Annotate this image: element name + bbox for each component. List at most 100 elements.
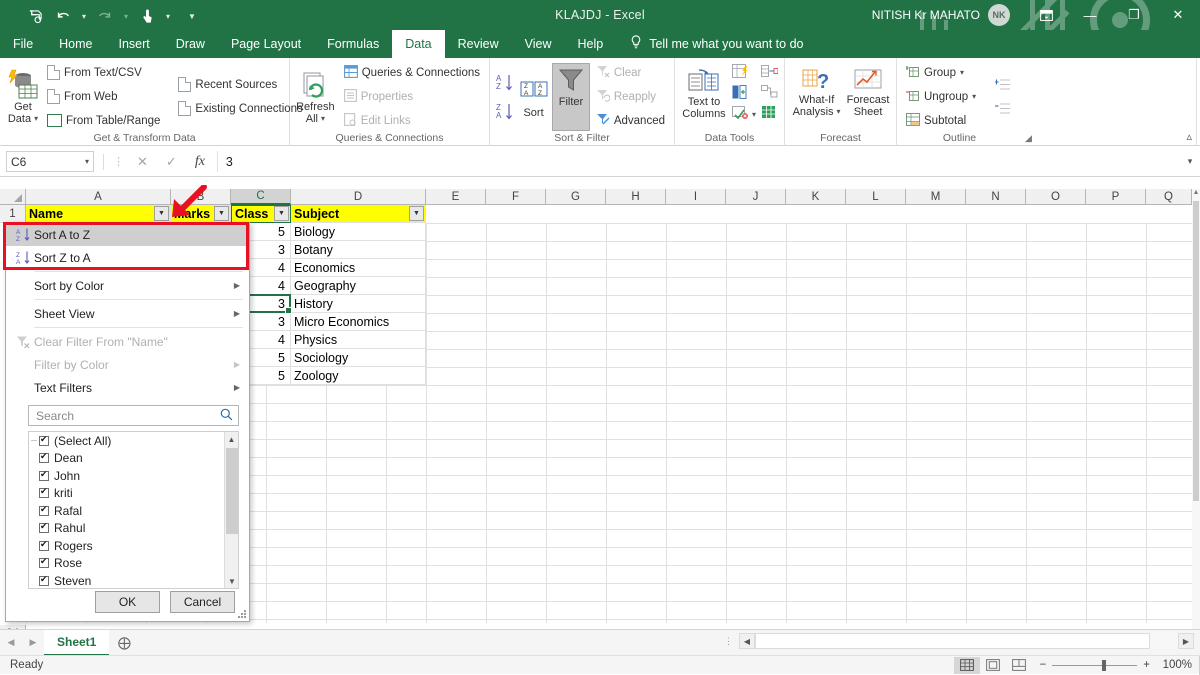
vertical-scrollbar-thumb[interactable] (1193, 201, 1199, 501)
cell-d9[interactable]: Sociology (291, 349, 426, 367)
group-button[interactable]: Group ▾ (903, 62, 979, 83)
insert-function-icon[interactable]: fx (195, 154, 205, 170)
scroll-down-icon[interactable]: ▼ (225, 574, 238, 588)
normal-view-icon[interactable] (953, 656, 980, 674)
consolidate-icon[interactable] (761, 64, 779, 81)
column-header-a[interactable]: A (26, 189, 171, 205)
zoom-track[interactable] (1052, 659, 1138, 671)
get-data-dropdown-icon[interactable]: ▾ (34, 113, 38, 125)
from-table-range-button[interactable]: From Table/Range (44, 110, 163, 131)
column-header-g[interactable]: G (546, 189, 606, 205)
cell-d5[interactable]: Geography (291, 277, 426, 295)
outline-dialog-launcher-icon[interactable]: ◢ (1025, 133, 1032, 144)
sheet-nav-prev-icon[interactable]: ◀ (0, 637, 22, 648)
checkbox-select-all[interactable] (39, 434, 49, 446)
minimize-button[interactable]: — (1068, 0, 1112, 30)
formula-input[interactable]: 3 (216, 151, 1180, 172)
filter-list-item-dean[interactable]: Dean (29, 440, 238, 468)
checkbox-rose[interactable] (39, 556, 49, 569)
menu-item-sheet-view[interactable]: Sheet View ▶ (6, 302, 249, 325)
text-to-columns-button[interactable]: Text to Columns (681, 64, 727, 120)
column-header-p[interactable]: P (1086, 189, 1146, 205)
checkbox-dean[interactable] (39, 451, 49, 464)
cell-d4[interactable]: Economics (291, 259, 426, 277)
search-icon[interactable] (220, 408, 233, 424)
zoom-level-label[interactable]: 100% (1158, 659, 1192, 671)
tab-home[interactable]: Home (46, 30, 105, 58)
tab-review[interactable]: Review (445, 30, 512, 58)
checkbox-rogers[interactable] (39, 539, 49, 551)
column-header-k[interactable]: K (786, 189, 846, 205)
column-header-e[interactable]: E (426, 189, 486, 205)
sort-button[interactable]: Z A A Z Sort (518, 75, 549, 119)
restore-button[interactable]: ❐ (1112, 0, 1156, 30)
cancel-button[interactable]: Cancel (170, 591, 235, 613)
checkbox-rahul[interactable] (39, 521, 49, 534)
filter-dropdown-class[interactable]: ▼ (274, 206, 289, 221)
cell-d10[interactable]: Zoology (291, 367, 426, 385)
ungroup-dropdown-icon[interactable]: ▾ (972, 92, 976, 101)
column-header-m[interactable]: M (906, 189, 966, 205)
column-header-o[interactable]: O (1026, 189, 1086, 205)
forecast-sheet-button[interactable]: Forecast Sheet (846, 62, 890, 118)
column-header-l[interactable]: L (846, 189, 906, 205)
checkbox-kriti[interactable] (39, 486, 49, 499)
get-data-button[interactable]: Get Data ▾ (6, 69, 40, 125)
data-validation-icon[interactable] (732, 106, 749, 122)
zoom-in-button[interactable]: + (1143, 659, 1150, 671)
tab-page-layout[interactable]: Page Layout (218, 30, 314, 58)
show-detail-icon[interactable] (994, 78, 1011, 94)
relationships-icon[interactable] (761, 84, 778, 101)
tab-draw[interactable]: Draw (163, 30, 218, 58)
cell-d8[interactable]: Physics (291, 331, 426, 349)
subtotal-button[interactable]: Subtotal (903, 110, 979, 131)
hscroll-left-icon[interactable]: ◀ (739, 633, 755, 649)
ribbon-display-options-icon[interactable] (1024, 0, 1068, 30)
add-sheet-icon[interactable]: ⨁ (109, 635, 139, 651)
expand-formula-bar-icon[interactable]: ▾ (1180, 156, 1200, 167)
cell-d1[interactable]: Subject (291, 205, 426, 223)
filter-list-scrollbar-thumb[interactable] (226, 448, 238, 534)
cancel-icon[interactable]: ✕ (137, 154, 148, 170)
zoom-slider[interactable]: − + (1040, 659, 1150, 671)
sort-descending-icon[interactable]: ZA (496, 102, 515, 125)
recent-sources-button[interactable]: Recent Sources (175, 74, 305, 95)
checkbox-steven[interactable] (39, 574, 49, 586)
refresh-all-dropdown-icon[interactable]: ▾ (321, 113, 325, 125)
filter-list-item-rahul[interactable]: Rahul (29, 440, 238, 538)
menu-item-text-filters[interactable]: Text Filters ▶ (6, 376, 249, 399)
manage-data-model-icon[interactable] (761, 105, 778, 122)
select-all-corner[interactable] (0, 189, 26, 205)
tab-formulas[interactable]: Formulas (314, 30, 392, 58)
advanced-filter-button[interactable]: Advanced (593, 110, 668, 131)
zoom-out-button[interactable]: − (1040, 659, 1047, 671)
cell-d6[interactable]: History (291, 295, 426, 313)
resize-grip[interactable] (238, 610, 246, 618)
checkbox-rafal[interactable] (39, 504, 49, 516)
hscroll-right-icon[interactable]: ▶ (1178, 633, 1194, 649)
row-header-1[interactable]: 1 (0, 205, 26, 223)
column-header-i[interactable]: I (666, 189, 726, 205)
cell-d3[interactable]: Botany (291, 241, 426, 259)
existing-connections-button[interactable]: Existing Connections (175, 98, 305, 119)
ok-button[interactable]: OK (95, 591, 160, 613)
filter-dropdown-marks[interactable]: ▼ (214, 206, 229, 221)
what-if-analysis-button[interactable]: ? What-If Analysis ▾ (791, 62, 842, 118)
filter-list-item-kriti[interactable]: kriti (29, 440, 238, 503)
filter-value-list[interactable]: (Select All) Dean John kriti Rafal (28, 431, 239, 589)
close-button[interactable]: ✕ (1156, 0, 1200, 30)
filter-dropdown-subject[interactable]: ▼ (409, 206, 424, 221)
tab-view[interactable]: View (512, 30, 565, 58)
filter-button[interactable]: Filter (552, 62, 590, 131)
checkbox-john[interactable] (39, 469, 49, 481)
column-header-j[interactable]: J (726, 189, 786, 205)
refresh-all-button[interactable]: Refresh All ▾ (296, 69, 335, 125)
filter-list-item-rose[interactable]: Rose (29, 440, 238, 573)
filter-list-item-steven[interactable]: Steven (29, 440, 238, 588)
remove-duplicates-icon[interactable] (732, 85, 756, 102)
column-header-q[interactable]: Q (1146, 189, 1192, 205)
column-header-c[interactable]: C (231, 189, 291, 205)
what-if-dropdown-icon[interactable]: ▾ (837, 106, 841, 118)
tab-file[interactable]: File (0, 30, 46, 58)
collapse-ribbon-icon[interactable]: ▵ (1186, 130, 1192, 143)
